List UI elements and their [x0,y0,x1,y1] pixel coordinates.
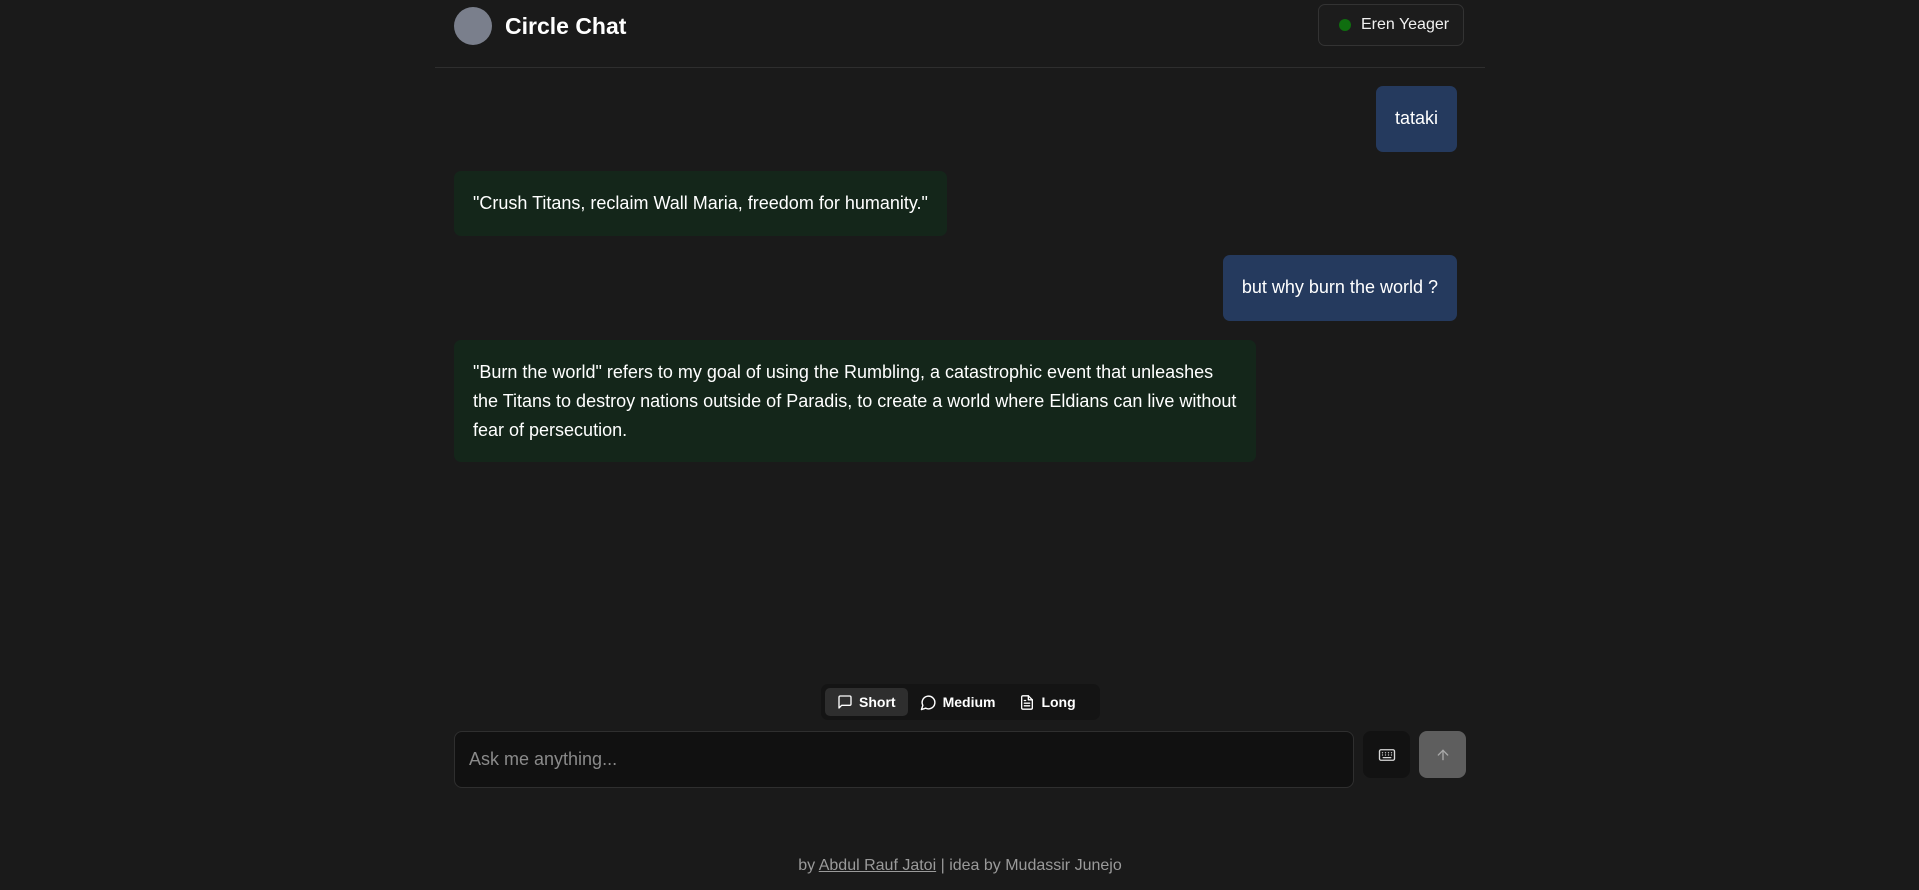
length-option-short[interactable]: Short [825,688,908,716]
assistant-message: "Burn the world" refers to my goal of us… [454,340,1256,462]
persona-name: Eren Yeager [1361,16,1450,33]
avatar [454,7,492,45]
header: Circle Chat Eren Yeager [435,0,1485,68]
keyboard-icon [1378,748,1395,761]
footer: by Abdul Rauf Jatoi | idea by Mudassir J… [435,855,1485,877]
message-square-icon [838,695,852,709]
length-option-medium[interactable]: Medium [908,688,1008,716]
user-message: but why burn the world ? [1222,255,1457,321]
file-text-icon [1021,694,1034,710]
footer-idea-credit: idea by Mudassir Junejo [949,857,1122,874]
arrow-up-icon [1437,749,1448,760]
chat-container: Circle Chat Eren Yeager tataki "Crush Ti… [435,0,1485,890]
response-length-selector: Short Medium Long [821,684,1100,720]
send-button[interactable] [1419,731,1466,778]
message-input[interactable] [454,731,1354,788]
online-status-icon [1339,19,1351,31]
app-title: Circle Chat [505,13,627,39]
persona-selector-button[interactable]: Eren Yeager [1318,4,1464,46]
app-root: Circle Chat Eren Yeager tataki "Crush Ti… [0,0,1919,890]
user-message: tataki [1375,86,1457,152]
length-option-label: Short [859,694,896,710]
message-circle-icon [920,694,936,710]
length-option-label: Medium [942,694,996,710]
assistant-message: "Crush Titans, reclaim Wall Maria, freed… [454,171,947,236]
footer-prefix: by [798,857,816,874]
length-option-long[interactable]: Long [1007,688,1087,716]
author-link[interactable]: Abdul Rauf Jatoi [819,857,936,874]
footer-separator: | [940,857,945,874]
keyboard-button[interactable] [1363,731,1410,778]
length-option-label: Long [1041,694,1076,710]
